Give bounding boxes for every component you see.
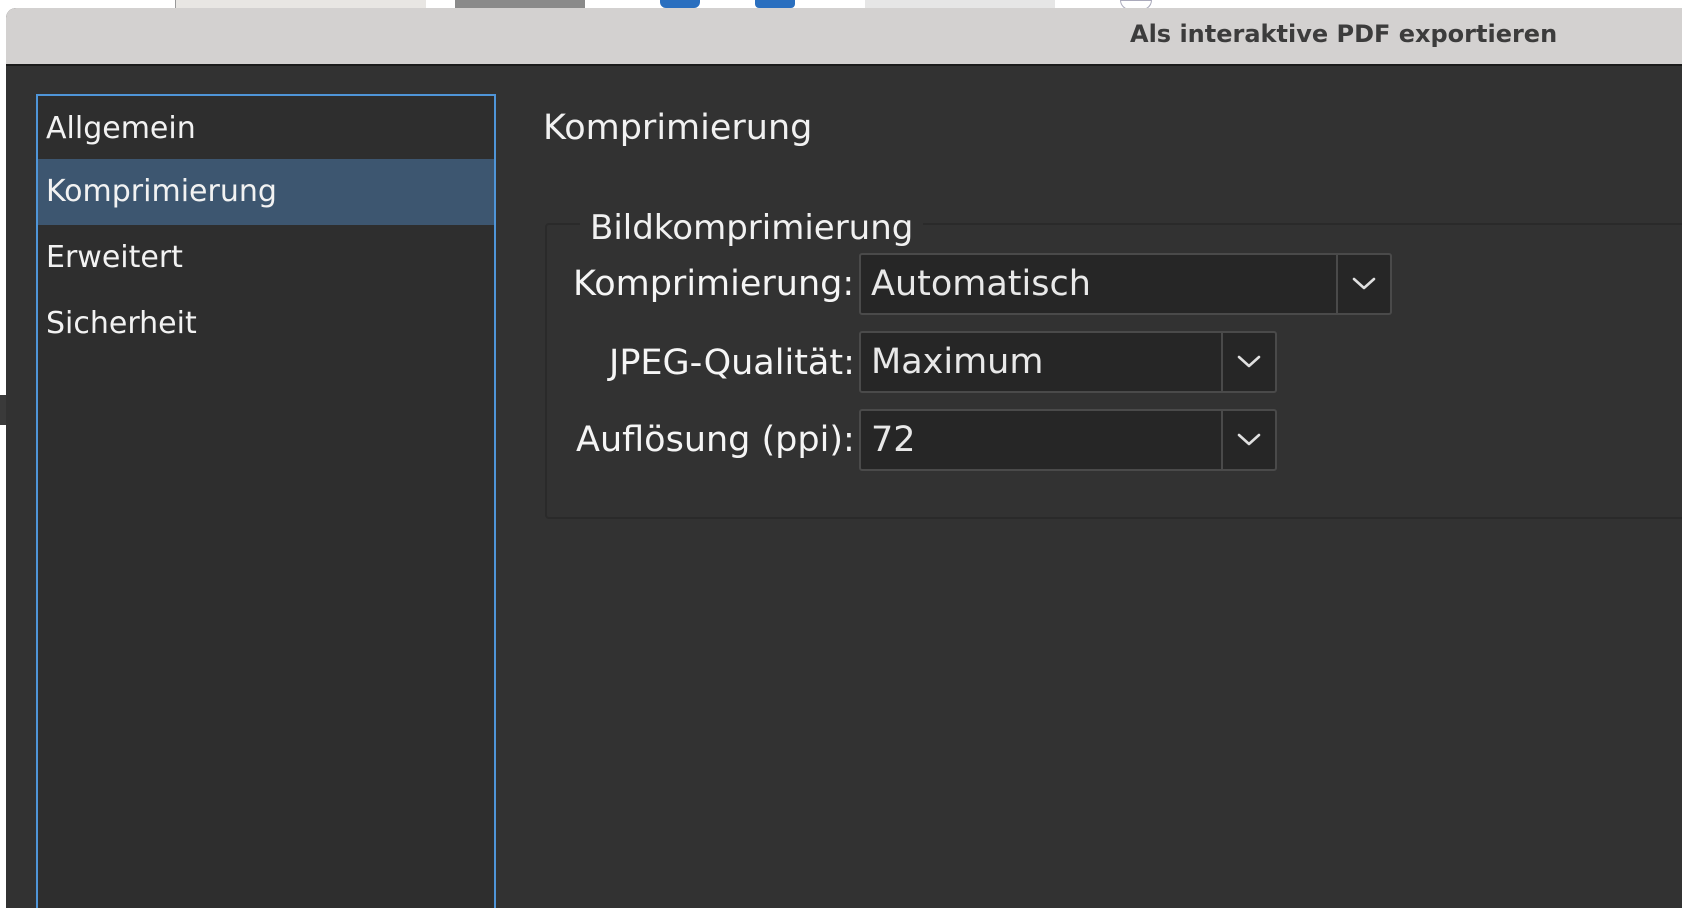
compression-select[interactable]: Automatisch <box>859 253 1392 315</box>
sidebar-item-erweitert[interactable]: Erweitert <box>38 225 494 291</box>
title-bar[interactable]: Als interaktive PDF exportieren <box>6 8 1682 66</box>
chevron-down-icon <box>1237 355 1261 368</box>
jpeg-quality-dropdown-button[interactable] <box>1221 333 1275 391</box>
sidebar-item-sicherheit[interactable]: Sicherheit <box>38 291 494 357</box>
category-list[interactable]: Allgemein Komprimierung Erweitert Sicher… <box>36 94 496 908</box>
jpeg-quality-label: JPEG-Qualität: <box>609 343 855 383</box>
chevron-down-icon <box>1352 277 1376 290</box>
compression-dropdown-button[interactable] <box>1336 255 1390 313</box>
compression-label: Komprimierung: <box>573 264 855 304</box>
sidebar-item-komprimierung[interactable]: Komprimierung <box>38 159 494 225</box>
sidebar-item-label: Komprimierung <box>46 174 277 209</box>
export-dialog: Als interaktive PDF exportieren Allgemei… <box>6 8 1682 908</box>
resolution-label: Auflösung (ppi): <box>576 420 855 460</box>
sidebar-item-allgemein[interactable]: Allgemein <box>38 96 494 162</box>
chevron-down-icon <box>1237 433 1261 446</box>
sidebar-item-label: Erweitert <box>46 240 183 275</box>
jpeg-quality-value: Maximum <box>871 342 1044 382</box>
sidebar-item-label: Sicherheit <box>46 306 197 341</box>
window-title: Als interaktive PDF exportieren <box>1130 20 1558 48</box>
jpeg-quality-select[interactable]: Maximum <box>859 331 1277 393</box>
resolution-select[interactable]: 72 <box>859 409 1277 471</box>
group-legend: Bildkomprimierung <box>580 208 924 248</box>
section-title: Komprimierung <box>543 108 813 148</box>
resolution-dropdown-button[interactable] <box>1221 411 1275 469</box>
compression-value: Automatisch <box>871 264 1091 304</box>
sidebar-item-label: Allgemein <box>46 111 196 146</box>
resolution-value[interactable]: 72 <box>861 420 1221 460</box>
